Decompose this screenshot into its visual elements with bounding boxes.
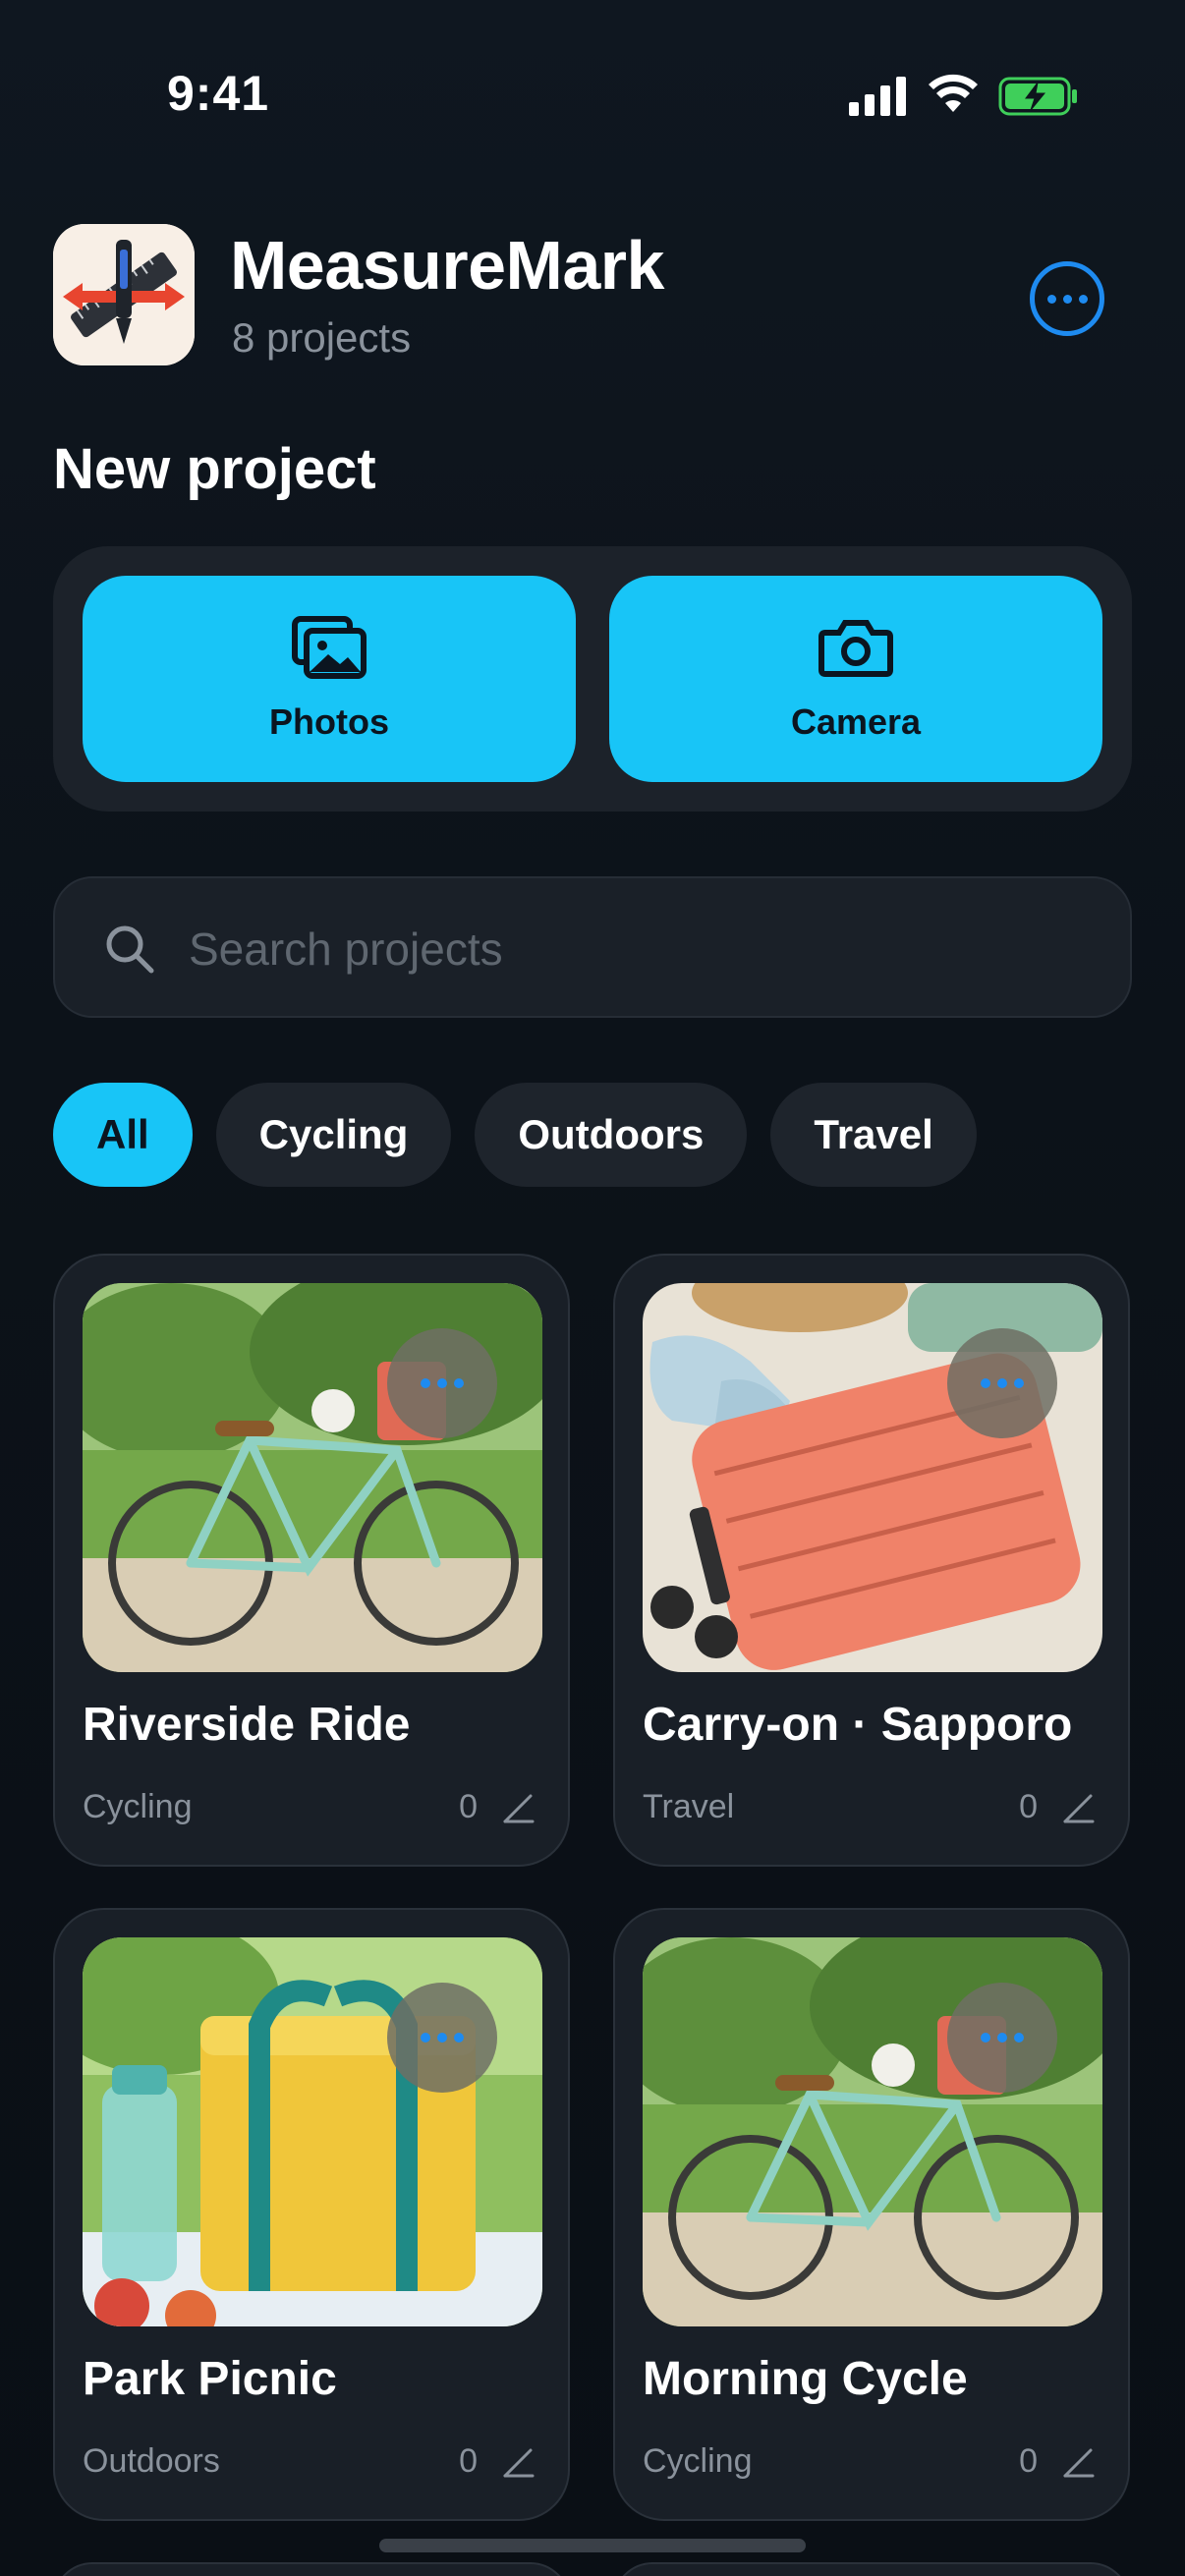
ruler-edit-icon — [503, 1794, 535, 1823]
measurement-count: 0 — [1019, 1788, 1038, 1825]
ruler-edit-icon — [1063, 1794, 1095, 1823]
project-card[interactable]: Morning Cycle Cycling 0 — [613, 1908, 1130, 2521]
search-bar — [53, 876, 1132, 1018]
filter-chip-outdoors[interactable]: Outdoors — [475, 1083, 748, 1187]
project-thumbnail — [643, 1937, 1102, 2326]
filter-chip-travel[interactable]: Travel — [770, 1083, 977, 1187]
photos-button[interactable]: Photos — [83, 576, 576, 782]
ellipsis-icon — [421, 1378, 430, 1388]
project-card-peek — [613, 2562, 1130, 2576]
ellipsis-dot — [1062, 294, 1072, 304]
card-more-button[interactable] — [947, 1983, 1057, 2093]
project-title: Park Picnic — [83, 2353, 337, 2405]
card-more-button[interactable] — [387, 1328, 497, 1438]
card-more-button[interactable] — [387, 1983, 497, 2093]
ruler-edit-icon — [1063, 2448, 1095, 2478]
ellipsis-icon — [981, 2033, 990, 2043]
ellipsis-dot — [454, 1378, 464, 1388]
project-thumbnail — [643, 1283, 1102, 1672]
ellipsis-dot — [1014, 2033, 1024, 2043]
new-project-panel: Photos Camera — [53, 546, 1132, 812]
ruler-pen-logo-icon — [53, 224, 195, 365]
ellipsis-dot — [437, 1378, 447, 1388]
measurement-count: 0 — [1019, 2442, 1038, 2480]
project-thumbnail — [83, 1283, 542, 1672]
wifi-icon — [929, 74, 978, 112]
project-card[interactable]: Carry-on · Sapporo Travel 0 — [613, 1254, 1130, 1867]
ellipsis-icon — [1046, 294, 1056, 304]
ellipsis-dot — [997, 1378, 1007, 1388]
photos-icon — [292, 616, 367, 679]
photos-label: Photos — [269, 701, 389, 742]
project-card[interactable]: Riverside Ride Cycling 0 — [53, 1254, 570, 1867]
ruler-edit-icon — [503, 2448, 535, 2478]
project-thumbnail — [83, 1937, 542, 2326]
new-project-heading: New project — [53, 437, 376, 501]
project-category: Outdoors — [83, 2442, 220, 2480]
ellipsis-dot — [437, 2033, 447, 2043]
measurement-count: 0 — [459, 1788, 478, 1825]
project-card[interactable]: Park Picnic Outdoors 0 — [53, 1908, 570, 2521]
project-title: Morning Cycle — [643, 2353, 968, 2405]
ellipsis-dot — [454, 2033, 464, 2043]
project-title: Riverside Ride — [83, 1699, 411, 1751]
status-time: 9:41 — [167, 66, 270, 121]
camera-label: Camera — [790, 701, 922, 742]
ellipsis-icon — [421, 2033, 430, 2043]
home-indicator[interactable] — [379, 2539, 806, 2552]
project-card-peek — [53, 2562, 570, 2576]
project-title: Carry-on · Sapporo — [643, 1699, 1073, 1751]
more-options-button[interactable] — [1030, 261, 1104, 336]
project-count: 8 projects — [232, 314, 412, 361]
cellular-signal-icon — [849, 77, 906, 116]
search-input[interactable] — [189, 908, 1073, 990]
project-category: Cycling — [643, 2442, 753, 2480]
camera-icon — [818, 620, 893, 677]
card-more-button[interactable] — [947, 1328, 1057, 1438]
camera-button[interactable]: Camera — [609, 576, 1102, 782]
filter-chips: All Cycling Outdoors Travel — [53, 1083, 977, 1187]
app-title: MeasureMark — [230, 227, 664, 304]
measurement-count: 0 — [459, 2442, 478, 2480]
ellipsis-icon — [981, 1378, 990, 1388]
app-screen: 9:41 MeasureMark 8 projects New project … — [0, 0, 1185, 2576]
ellipsis-dot — [1014, 1378, 1024, 1388]
app-logo — [53, 224, 195, 365]
filter-chip-cycling[interactable]: Cycling — [215, 1083, 452, 1187]
project-category: Travel — [643, 1788, 735, 1825]
project-category: Cycling — [83, 1788, 193, 1825]
filter-chip-all[interactable]: All — [53, 1083, 193, 1187]
status-bar: 9:41 — [0, 0, 1185, 167]
search-icon — [106, 925, 154, 974]
ellipsis-dot — [1078, 294, 1088, 304]
battery-charging-icon — [998, 77, 1077, 116]
ellipsis-dot — [997, 2033, 1007, 2043]
